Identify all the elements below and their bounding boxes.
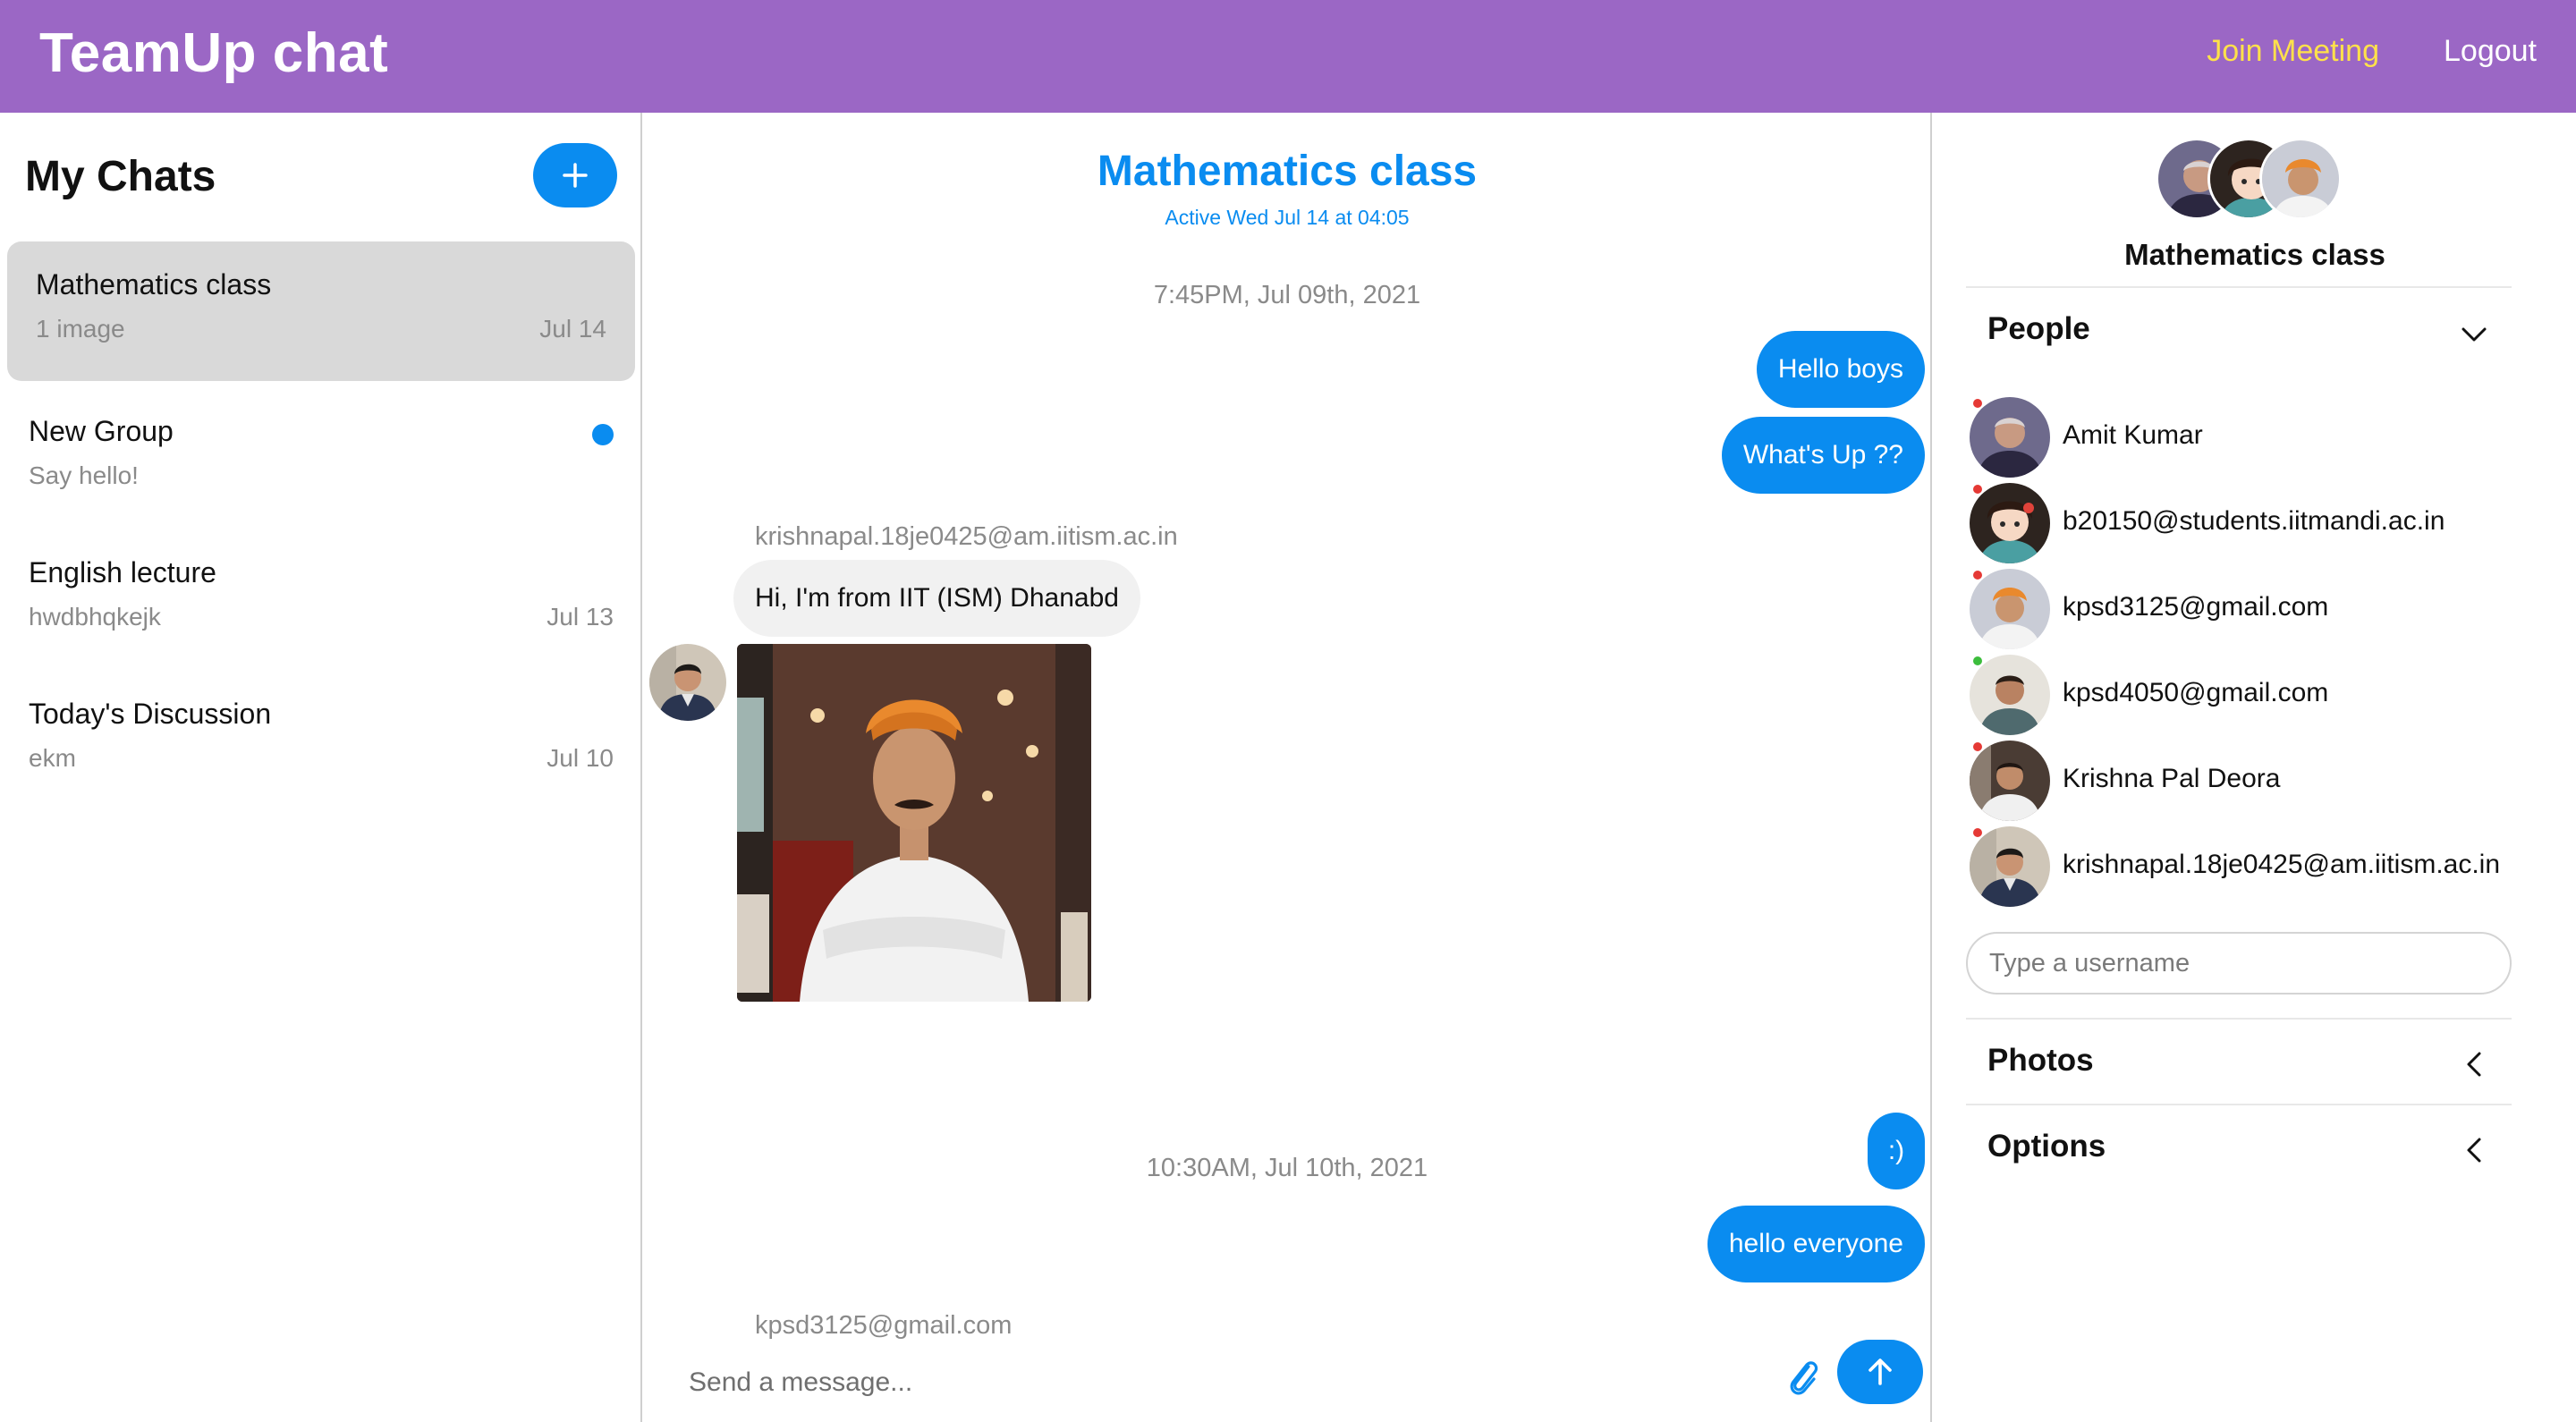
settings-chat-title: Mathematics class bbox=[2124, 238, 2385, 271]
options-section-header[interactable]: Options bbox=[1987, 1129, 2106, 1164]
app-title: TeamUp chat bbox=[39, 22, 389, 84]
presence-indicator bbox=[1973, 399, 1982, 408]
person-row[interactable]: kpsd3125@gmail.com bbox=[1970, 569, 2542, 649]
my-message-bubble: hello everyone bbox=[1707, 1206, 1925, 1282]
chat-feed: Mathematics class Active Wed Jul 14 at 0… bbox=[644, 113, 1932, 1422]
chat-activity-status: Active Wed Jul 14 at 04:05 bbox=[1165, 206, 1410, 229]
avatar bbox=[1970, 826, 2050, 907]
person-name: krishnapal.18je0425@am.iitism.ac.in bbox=[2063, 850, 2501, 879]
person-name: kpsd3125@gmail.com bbox=[2063, 592, 2329, 622]
chat-item-date: Jul 14 bbox=[539, 315, 606, 343]
their-message-bubble: Hi, I'm from IIT (ISM) Dhanabd bbox=[733, 560, 1140, 637]
person-row[interactable]: Krishna Pal Deora bbox=[1970, 741, 2542, 821]
chat-settings-panel: Mathematics class People Amit Kumar b201… bbox=[1934, 113, 2576, 1422]
presence-indicator bbox=[1973, 656, 1982, 665]
chat-item-english-lecture[interactable]: English lecture hwdbhqkejk Jul 13 bbox=[7, 529, 635, 669]
top-bar: TeamUp chat Join Meeting Logout bbox=[0, 0, 2576, 113]
avatar bbox=[1970, 569, 2050, 649]
person-row[interactable]: Amit Kumar bbox=[1970, 397, 2542, 478]
chat-item-name: New Group bbox=[29, 415, 174, 447]
message-sender: kpsd3125@gmail.com bbox=[755, 1311, 1013, 1340]
chat-item-date: Jul 13 bbox=[547, 603, 614, 631]
person-name: Amit Kumar bbox=[2063, 420, 2203, 450]
chat-item-preview: hwdbhqkejk bbox=[29, 603, 161, 631]
chat-item-preview: 1 image bbox=[36, 315, 125, 343]
timestamp: 10:30AM, Jul 10th, 2021 bbox=[1146, 1154, 1428, 1182]
person-name: b20150@students.iitmandi.ac.in bbox=[2063, 506, 2445, 536]
avatar bbox=[1970, 397, 2050, 478]
chat-item-preview: Say hello! bbox=[29, 461, 139, 489]
chevron-left-icon[interactable] bbox=[2458, 1048, 2490, 1080]
arrow-up-icon bbox=[1868, 1359, 1892, 1385]
logout-link[interactable]: Logout bbox=[2444, 34, 2537, 69]
chevron-left-icon[interactable] bbox=[2458, 1134, 2490, 1166]
message-input[interactable] bbox=[689, 1358, 1762, 1408]
paperclip-icon[interactable] bbox=[1785, 1354, 1821, 1401]
person-name: Krishna Pal Deora bbox=[2063, 764, 2281, 793]
divider bbox=[1966, 1018, 2512, 1020]
chat-item-name: English lecture bbox=[29, 556, 216, 588]
presence-indicator bbox=[1973, 485, 1982, 494]
chat-title: Mathematics class bbox=[1097, 148, 1478, 195]
photos-section-header[interactable]: Photos bbox=[1987, 1043, 2094, 1079]
group-avatars bbox=[2156, 138, 2343, 222]
avatar bbox=[2259, 138, 2342, 220]
chat-item-date: Jul 10 bbox=[547, 744, 614, 772]
chevron-down-icon[interactable] bbox=[2458, 318, 2490, 351]
avatar bbox=[1970, 655, 2050, 735]
shared-image[interactable] bbox=[737, 644, 1091, 1002]
chat-list-title: My Chats bbox=[25, 153, 216, 200]
chat-item-name: Today's Discussion bbox=[29, 698, 272, 730]
timestamp: 7:45PM, Jul 09th, 2021 bbox=[1153, 281, 1421, 309]
avatar bbox=[649, 644, 726, 721]
send-button[interactable] bbox=[1837, 1340, 1923, 1404]
chat-item-name: Mathematics class bbox=[36, 268, 272, 300]
chat-item-mathematics-class[interactable]: Mathematics class 1 image Jul 14 bbox=[7, 241, 635, 381]
new-chat-button[interactable] bbox=[533, 143, 617, 207]
person-name: kpsd4050@gmail.com bbox=[2063, 678, 2329, 707]
presence-indicator bbox=[1973, 828, 1982, 837]
unread-indicator bbox=[592, 424, 614, 445]
divider bbox=[1966, 1104, 2512, 1105]
presence-indicator bbox=[1973, 571, 1982, 580]
chat-item-todays-discussion[interactable]: Today's Discussion ekm Jul 10 bbox=[7, 671, 635, 810]
my-message-bubble: What's Up ?? bbox=[1721, 417, 1925, 494]
add-username-input[interactable] bbox=[1966, 932, 2512, 995]
join-meeting-link[interactable]: Join Meeting bbox=[2207, 34, 2379, 69]
people-section-header[interactable]: People bbox=[1987, 311, 2090, 347]
chat-item-new-group[interactable]: New Group Say hello! bbox=[7, 388, 635, 528]
plus-icon bbox=[563, 163, 588, 188]
person-row[interactable]: krishnapal.18je0425@am.iitism.ac.in bbox=[1970, 826, 2542, 907]
chat-item-preview: ekm bbox=[29, 744, 76, 772]
person-row[interactable]: kpsd4050@gmail.com bbox=[1970, 655, 2542, 735]
avatar bbox=[1970, 483, 2050, 563]
chat-list-panel: My Chats Mathematics class 1 image Jul 1… bbox=[0, 113, 642, 1422]
avatar bbox=[1970, 741, 2050, 821]
message-sender: krishnapal.18je0425@am.iitism.ac.in bbox=[755, 522, 1178, 551]
my-message-bubble: Hello boys bbox=[1756, 331, 1925, 408]
presence-indicator bbox=[1973, 742, 1982, 751]
divider bbox=[1966, 286, 2512, 288]
person-row[interactable]: b20150@students.iitmandi.ac.in bbox=[1970, 483, 2542, 563]
